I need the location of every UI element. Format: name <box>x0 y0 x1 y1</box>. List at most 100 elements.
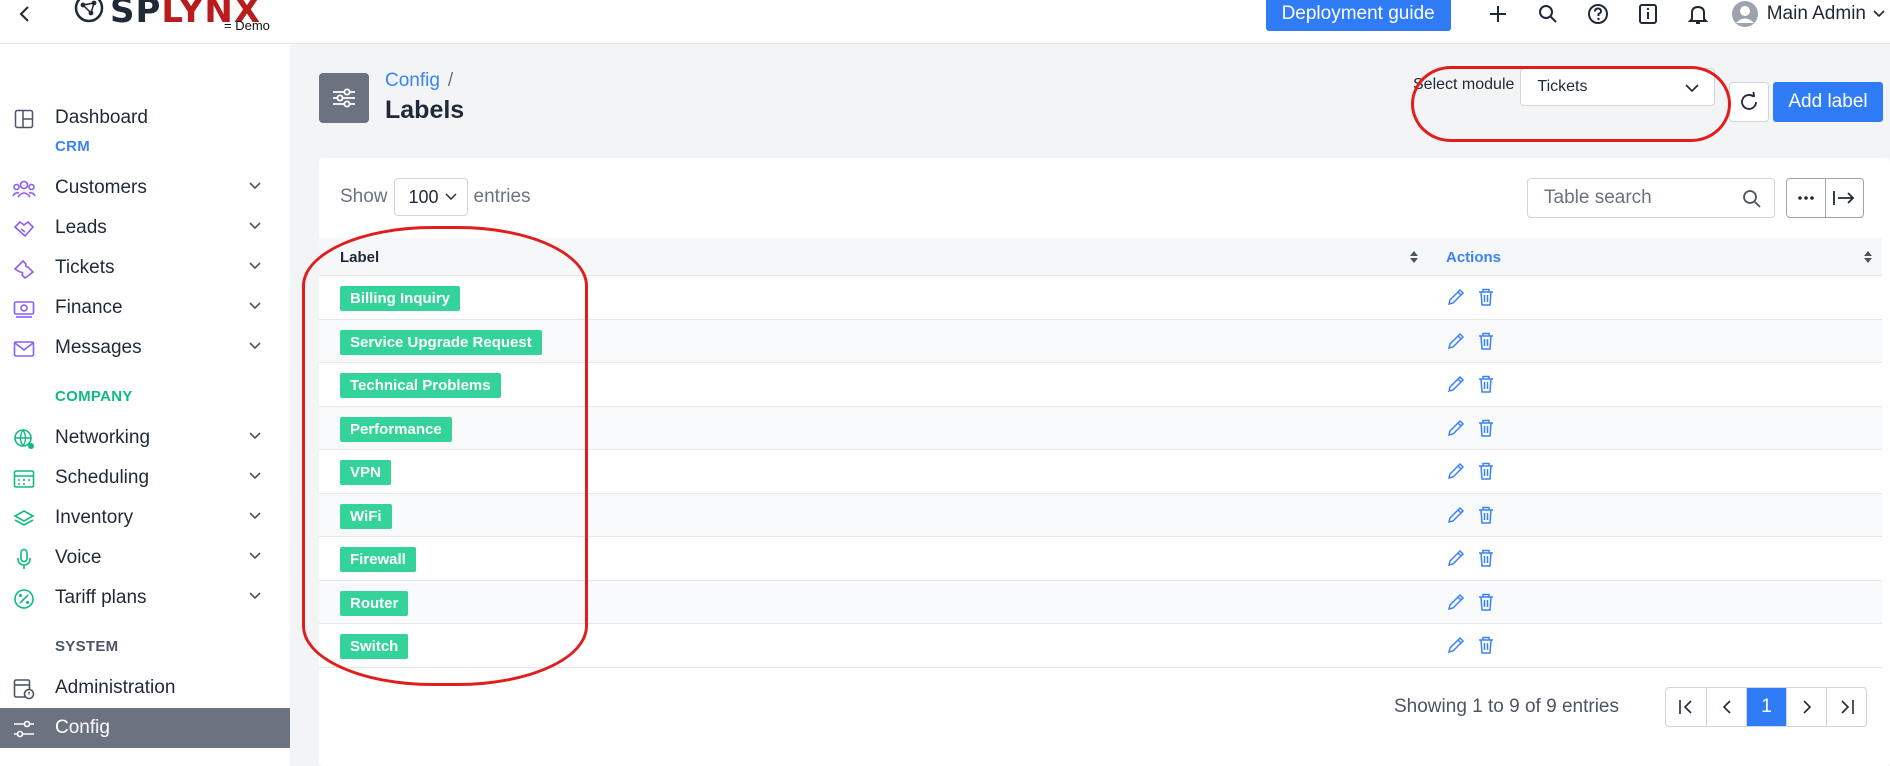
sidebar-item-dashboard[interactable]: Dashboard <box>0 98 290 138</box>
pencil-icon[interactable] <box>1446 548 1466 573</box>
chevron-down-icon <box>445 193 457 200</box>
table-row: WiFi <box>319 493 1882 537</box>
sidebar-item-config[interactable]: Config <box>0 708 290 748</box>
entries-select-value: 100 <box>408 186 439 207</box>
back-button[interactable] <box>0 0 50 44</box>
pencil-icon[interactable] <box>1446 461 1466 486</box>
table-search-input[interactable]: Table search <box>1527 178 1775 218</box>
module-selector: Select module Tickets <box>1413 68 1716 106</box>
trash-icon[interactable] <box>1477 331 1495 356</box>
notes-button[interactable] <box>1623 0 1673 31</box>
sort-icon[interactable] <box>1409 249 1419 265</box>
column-header-label[interactable]: Label <box>340 249 379 266</box>
module-select-value: Tickets <box>1537 78 1588 95</box>
notifications-button[interactable] <box>1673 0 1723 31</box>
sidebar-item-inventory[interactable]: Inventory <box>0 498 290 538</box>
table-row: Performance <box>319 406 1882 450</box>
sidebar-item-leads[interactable]: Leads <box>0 208 290 248</box>
search-icon <box>1743 190 1761 208</box>
sidebar-label: Leads <box>55 217 107 238</box>
trash-icon[interactable] <box>1477 374 1495 399</box>
pencil-icon[interactable] <box>1446 635 1466 660</box>
pagination: 1 <box>1665 687 1867 727</box>
sidebar-item-scheduling[interactable]: Scheduling <box>0 458 290 498</box>
question-icon <box>1587 4 1608 24</box>
pencil-icon[interactable] <box>1446 418 1466 443</box>
pencil-icon[interactable] <box>1446 287 1466 312</box>
trash-icon[interactable] <box>1477 418 1495 443</box>
label-badge: WiFi <box>340 503 392 529</box>
pencil-icon[interactable] <box>1446 374 1466 399</box>
sidebar-item-tariff-plans[interactable]: Tariff plans <box>0 578 290 618</box>
sidebar-item-finance[interactable]: Finance <box>0 288 290 328</box>
last-page-button[interactable] <box>1826 688 1866 726</box>
sidebar-label: Networking <box>55 427 151 448</box>
label-badge: Switch <box>340 634 409 659</box>
entries-select[interactable]: 100 <box>393 178 468 216</box>
sidebar-item-tickets[interactable]: Tickets <box>0 248 290 288</box>
logo-text-a: SP <box>110 0 162 31</box>
label-badge: Router <box>340 590 409 616</box>
chevron-down-icon <box>249 552 261 560</box>
label-badge: Performance <box>340 416 452 442</box>
label-badge: Service Upgrade Request <box>340 329 542 355</box>
add-button[interactable] <box>1473 0 1523 31</box>
sidebar-item-networking[interactable]: Networking <box>0 418 290 458</box>
help-button[interactable] <box>1573 0 1623 31</box>
chevron-down-icon <box>249 512 261 520</box>
expand-columns-button[interactable] <box>1824 179 1864 217</box>
sidebar-item-voice[interactable]: Voice <box>0 538 290 578</box>
sidebar-item-customers[interactable]: Customers <box>0 168 290 208</box>
first-page-button[interactable] <box>1666 688 1706 726</box>
trash-icon[interactable] <box>1477 548 1495 573</box>
next-page-button[interactable] <box>1786 688 1826 726</box>
sidebar-item-administration[interactable]: Administration <box>0 668 290 708</box>
pencil-icon[interactable] <box>1446 505 1466 530</box>
label-badge: Technical Problems <box>340 373 501 398</box>
table-row: Switch <box>319 624 1882 668</box>
money-icon <box>12 298 36 320</box>
breadcrumb-config-link[interactable]: Config <box>385 70 440 91</box>
splynx-logo[interactable]: SPLYNX = Demo <box>72 0 270 36</box>
search-button[interactable] <box>1523 0 1573 31</box>
bell-icon <box>1687 5 1708 24</box>
trash-icon[interactable] <box>1477 505 1495 530</box>
sidebar-item-messages[interactable]: Messages <box>0 328 290 368</box>
globe-logo-icon <box>74 0 104 23</box>
chevron-down-icon <box>249 432 261 440</box>
search-icon <box>1538 5 1557 23</box>
prev-page-button[interactable] <box>1706 688 1746 726</box>
top-bar: SPLYNX = Demo Deployment guide Main Admi… <box>0 0 1890 44</box>
sidebar-label: Inventory <box>55 507 134 528</box>
table-search-placeholder: Table search <box>1544 187 1652 208</box>
chevron-left-icon <box>19 5 29 22</box>
label-badge: VPN <box>340 460 391 485</box>
trash-icon[interactable] <box>1477 592 1495 617</box>
chevron-down-icon <box>249 342 261 350</box>
user-menu[interactable]: Main Admin <box>1731 0 1886 28</box>
sliders-icon <box>12 718 36 740</box>
add-label-button[interactable]: Add label <box>1773 82 1883 122</box>
breadcrumb-separator: / <box>447 70 454 91</box>
sidebar-label: Tickets <box>55 257 115 278</box>
logo-subtitle: = Demo <box>224 18 270 33</box>
sidebar-label: Dashboard <box>55 107 148 128</box>
table-row: Firewall <box>319 537 1882 581</box>
chevron-down-icon <box>249 592 261 600</box>
module-select[interactable]: Tickets <box>1520 68 1716 106</box>
trash-icon[interactable] <box>1477 287 1495 312</box>
trash-icon[interactable] <box>1477 635 1495 660</box>
refresh-button[interactable] <box>1729 82 1769 122</box>
sort-icon[interactable] <box>1863 249 1873 265</box>
trash-icon[interactable] <box>1477 461 1495 486</box>
table-tools <box>1786 178 1864 218</box>
deployment-guide-button[interactable]: Deployment guide <box>1265 0 1451 31</box>
more-options-button[interactable] <box>1787 179 1825 217</box>
globe-network-icon <box>12 428 36 450</box>
page-1-button[interactable]: 1 <box>1746 688 1786 726</box>
pencil-icon[interactable] <box>1446 331 1466 356</box>
label-badge: Billing Inquiry <box>340 286 460 311</box>
chevron-down-icon <box>249 182 261 190</box>
pencil-icon[interactable] <box>1446 592 1466 617</box>
chevron-down-icon <box>249 302 261 310</box>
